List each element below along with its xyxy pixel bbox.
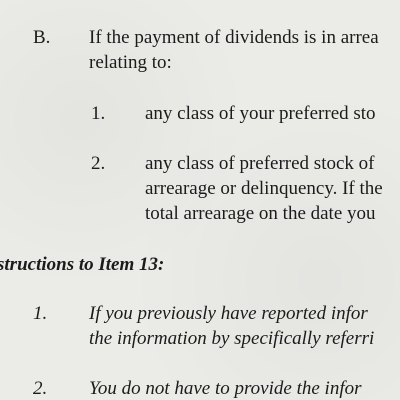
item-2-number: 2. xyxy=(91,153,106,174)
instructions-heading: structions to Item 13: xyxy=(0,254,165,275)
item-1-number: 1. xyxy=(91,103,106,124)
instruction-2-line-1: You do not have to provide the infor xyxy=(89,378,362,399)
item-2-line-1: any class of preferred stock of xyxy=(145,153,375,174)
item-2-line-2: arrearage or delinquency. If the xyxy=(145,178,383,199)
instruction-2-number: 2. xyxy=(33,378,48,399)
document-page: B. If the payment of dividends is in arr… xyxy=(0,0,400,400)
instruction-1-line-2: the information by specifically referri xyxy=(89,328,375,349)
section-b-line-2: relating to: xyxy=(89,52,172,73)
section-b-line-1: If the payment of dividends is in arrea xyxy=(89,27,379,48)
item-2-line-3: total arrearage on the date you xyxy=(145,203,376,224)
item-1-text: any class of your preferred sto xyxy=(145,103,376,124)
instruction-1-number: 1. xyxy=(33,303,48,324)
instruction-1-line-1: If you previously have reported infor xyxy=(89,303,368,324)
section-b-label: B. xyxy=(33,27,51,48)
